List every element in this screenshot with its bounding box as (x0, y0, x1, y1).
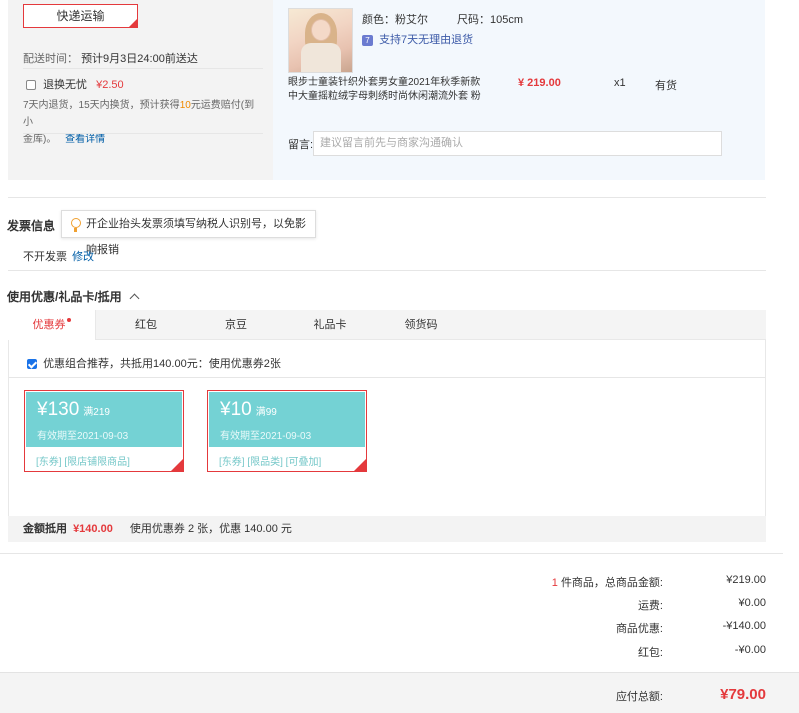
discounts-toggle[interactable]: 使用优惠/礼品卡/抵用 (7, 288, 140, 305)
divider (23, 68, 263, 69)
lightbulb-icon (71, 218, 81, 232)
deduct-summary: 使用优惠券 2 张，优惠 140.00 元 (129, 523, 292, 535)
delivery-time-value: 预计9月3日24:00前送达 (81, 53, 198, 65)
coupon-condition: 满219 (83, 407, 110, 418)
combo-text: 优惠组合推荐，共抵用140.00元：使用优惠券2张 (43, 358, 281, 370)
coupon-header: ¥130 满219 有效期至2021-09-03 (26, 392, 182, 447)
invoice-edit-link[interactable]: 修改 (72, 251, 94, 263)
summary-freight-value: ¥0.00 (738, 597, 766, 609)
coupon-tags: [东券] [限品类] [可叠加] (219, 457, 322, 468)
chevron-up-icon (129, 293, 140, 304)
return-desc-text: 7天内退货，15天内换货，预计获得 (23, 100, 180, 111)
deduct-label: 金额抵用 (23, 523, 67, 535)
discount-tabs: 优惠券 红包 京豆 礼品卡 领货码 (8, 310, 766, 341)
discount-summary-bar: 金额抵用 ¥140.00 使用优惠券 2 张，优惠 140.00 元 (8, 516, 766, 542)
return-policy: 7 支持7天无理由退货 (362, 31, 473, 47)
product-color: 颜色：粉艾尔 (362, 14, 428, 26)
divider (23, 133, 263, 134)
return-policy-text: 支持7天无理由退货 (379, 34, 474, 46)
invoice-tooltip-text: 开企业抬头发票须填写纳税人识别号，以免影响报销 (86, 218, 306, 256)
view-details-link[interactable]: 查看详情 (65, 134, 105, 145)
selected-check-icon (171, 459, 183, 471)
summary-discount-value: -¥140.00 (722, 620, 766, 632)
new-dot-icon (66, 318, 71, 322)
invoice-title: 发票信息 (7, 219, 56, 233)
summary-count-label: 1 件商品，总商品金额: (552, 574, 663, 590)
deduct-value: ¥140.00 (73, 523, 113, 535)
return-worry-label: 退换无忧 (43, 79, 88, 91)
coupon-expire: 有效期至2021-09-03 (37, 431, 129, 442)
return-worry-checkbox[interactable] (26, 80, 36, 91)
coupon-amount-value: ¥130 (37, 399, 80, 420)
payable-label: 应付总额: (615, 691, 663, 703)
product-face (311, 19, 331, 41)
product-title[interactable]: 眼步士童装针织外套男女童2021年秋季新款 中大童摇粒绒字母刺绣时尚休闲潮流外套… (288, 76, 488, 104)
tab-redpacket[interactable]: 红包 (116, 310, 176, 340)
coupon-amount-value: ¥10 (220, 399, 252, 420)
item-count: 1 (551, 577, 558, 589)
summary-redpacket-label: 红包: (637, 647, 663, 659)
coupon-tags: [东券] [限店铺限商品] (36, 457, 130, 468)
divider (8, 197, 766, 198)
product-image[interactable] (288, 8, 353, 73)
summary-total-goods: 1 件商品，总商品金额: ¥219.00 (0, 574, 799, 590)
product-coat (301, 43, 341, 72)
return-desc-text-3: 金库)。 (23, 134, 57, 145)
return-worry-description: 7天内退货，15天内换货，预计获得10元运费赔付(到小 金库)。 查看详情 (23, 97, 263, 148)
invoice-status: 不开发票 修改 (23, 248, 94, 264)
product-stock: 有货 (655, 80, 677, 92)
summary-payable: 应付总额: ¥79.00 (0, 686, 799, 704)
coupon-amount: ¥130 满219 (37, 399, 110, 421)
delivery-time: 配送时间： 预计9月3日24:00前送达 (23, 50, 198, 66)
combo-checkbox[interactable] (27, 359, 37, 370)
coupon-condition: 满99 (255, 407, 277, 418)
tab-jingdou[interactable]: 京豆 (206, 310, 266, 340)
invoice-status-text: 不开发票 (23, 251, 67, 263)
return-policy-icon: 7 (362, 34, 373, 46)
divider (0, 553, 783, 554)
return-desc-amount: 10 (179, 100, 191, 111)
tab-coupons-label: 优惠券 (32, 319, 66, 331)
summary-count-text: 件商品，总商品金额: (560, 577, 663, 589)
product-title-line1: 眼步士童装针织外套男女童2021年秋季新款 (288, 77, 481, 88)
coupon-amount: ¥10 满99 (220, 399, 277, 421)
shipping-method-button[interactable]: 快递运输 (23, 4, 138, 28)
delivery-time-label: 配送时间： (23, 53, 78, 65)
return-worry-option[interactable]: 退换无忧 ¥2.50 (26, 76, 124, 92)
summary-total-goods-value: ¥219.00 (726, 574, 766, 586)
tab-coupons[interactable]: 优惠券 (8, 310, 96, 341)
remark-label: 留言: (288, 139, 314, 151)
coupon-expire: 有效期至2021-09-03 (220, 431, 312, 442)
summary-freight-label: 运费: (637, 600, 663, 612)
summary-freight: 运费: ¥0.00 (0, 597, 799, 612)
remark-input[interactable]: 建议留言前先与商家沟通确认 (313, 131, 722, 156)
summary-discount: 商品优惠: -¥140.00 (0, 620, 799, 635)
selected-corner-icon (129, 19, 137, 27)
tab-giftcard[interactable]: 礼品卡 (300, 310, 360, 340)
combo-recommend[interactable]: 优惠组合推荐，共抵用140.00元：使用优惠券2张 (27, 355, 281, 371)
product-size: 尺码：105cm (457, 14, 524, 26)
payable-value: ¥79.00 (720, 686, 766, 703)
coupon-card[interactable]: ¥130 满219 有效期至2021-09-03 [东券] [限店铺限商品] (24, 390, 184, 472)
invoice-tooltip: 开企业抬头发票须填写纳税人识别号，以免影响报销 (61, 210, 316, 256)
selected-check-icon (354, 459, 366, 471)
coupon-card[interactable]: ¥10 满99 有效期至2021-09-03 [东券] [限品类] [可叠加] (207, 390, 367, 472)
return-worry-price: ¥2.50 (96, 79, 124, 91)
summary-discount-label: 商品优惠: (615, 623, 663, 635)
product-title-line2: 中大童摇粒绒字母刺绣时尚休闲潮流外套 粉 (288, 91, 481, 102)
divider (8, 270, 766, 271)
divider (9, 377, 765, 378)
product-quantity: x1 (614, 77, 626, 89)
summary-redpacket: 红包: -¥0.00 (0, 644, 799, 659)
discounts-title: 使用优惠/礼品卡/抵用 (7, 290, 122, 304)
product-price: ¥ 219.00 (518, 77, 561, 89)
coupon-header: ¥10 满99 有效期至2021-09-03 (209, 392, 365, 447)
tab-redeem-code[interactable]: 领货码 (391, 310, 451, 340)
summary-redpacket-value: -¥0.00 (734, 644, 766, 656)
shipping-method-label: 快递运输 (56, 9, 105, 23)
